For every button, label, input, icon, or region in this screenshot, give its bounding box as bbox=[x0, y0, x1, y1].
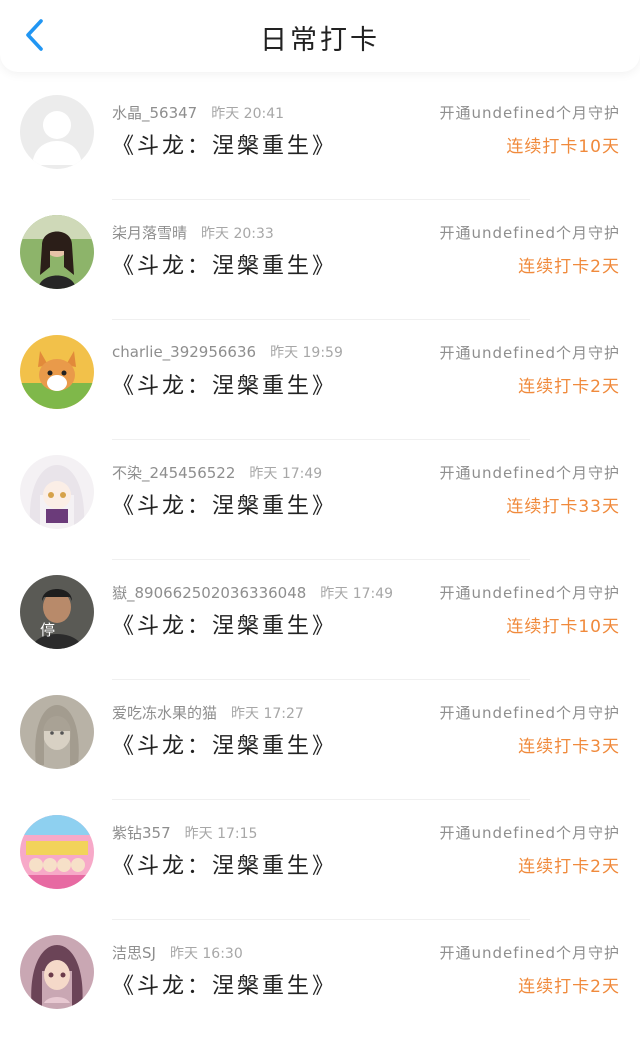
colorful-group-avatar[interactable] bbox=[20, 815, 94, 889]
photo-girl-avatar[interactable] bbox=[20, 215, 94, 289]
book-title[interactable]: 《斗龙：涅槃重生》 bbox=[112, 368, 337, 400]
streak-text: 连续打卡2天 bbox=[518, 257, 620, 277]
book-title[interactable]: 《斗龙：涅槃重生》 bbox=[112, 128, 337, 160]
streak-text: 连续打卡2天 bbox=[518, 377, 620, 397]
checkin-time: 昨天 20:33 bbox=[201, 226, 274, 242]
checkin-time: 昨天 17:15 bbox=[184, 826, 258, 842]
header-bar: 日常打卡 bbox=[0, 0, 640, 72]
checkin-time: 昨天 20:41 bbox=[211, 106, 285, 122]
guard-text: 开通undefined个月守护 bbox=[439, 704, 620, 722]
checkin-time: 昨天 16:30 bbox=[169, 946, 243, 962]
anime-girl-avatar[interactable] bbox=[20, 935, 94, 1009]
user-name[interactable]: charlie_392956636 bbox=[112, 343, 256, 361]
corgi-avatar[interactable] bbox=[20, 335, 94, 409]
list-item[interactable]: 停 嶽_890662502036336048 昨天 17:49 《斗龙：涅槃重生》… bbox=[0, 560, 640, 680]
streak-text: 连续打卡33天 bbox=[506, 497, 620, 517]
user-name[interactable]: 洁思SJ bbox=[112, 944, 156, 962]
guard-text: 开通undefined个月守护 bbox=[439, 824, 620, 842]
checkin-time: 昨天 17:27 bbox=[231, 706, 304, 722]
guard-text: 开通undefined个月守护 bbox=[439, 104, 620, 122]
book-title[interactable]: 《斗龙：涅槃重生》 bbox=[112, 248, 337, 280]
list-item[interactable]: 不染_245456522 昨天 17:49 《斗龙：涅槃重生》 开通undefin… bbox=[0, 440, 640, 560]
user-name[interactable]: 水晶_56347 bbox=[112, 104, 197, 122]
guard-text: 开通undefined个月守护 bbox=[439, 464, 620, 482]
streak-text: 连续打卡10天 bbox=[506, 617, 620, 637]
user-name[interactable]: 紫钻357 bbox=[112, 824, 171, 842]
streak-text: 连续打卡10天 bbox=[506, 137, 620, 157]
checkin-list: 水晶_56347 昨天 20:41 《斗龙：涅槃重生》 开通undefined个月… bbox=[0, 80, 640, 1040]
list-item[interactable]: 柒月落雪晴 昨天 20:33 《斗龙：涅槃重生》 开通undefined个月守护 … bbox=[0, 200, 640, 320]
default-avatar[interactable] bbox=[20, 95, 94, 169]
list-item[interactable]: 爱吃冻水果的猫 昨天 17:27 《斗龙：涅槃重生》 开通undefined个月守… bbox=[0, 680, 640, 800]
guard-text: 开通undefined个月守护 bbox=[439, 344, 620, 362]
checkin-time: 昨天 19:59 bbox=[270, 345, 343, 361]
photo-man-avatar[interactable]: 停 bbox=[20, 575, 94, 649]
user-name[interactable]: 柒月落雪晴 bbox=[112, 224, 187, 242]
page-title: 日常打卡 bbox=[260, 25, 380, 56]
streak-text: 连续打卡2天 bbox=[518, 857, 620, 877]
avatar-overlay-text: 停 bbox=[40, 621, 56, 639]
streak-text: 连续打卡3天 bbox=[518, 737, 620, 757]
book-title[interactable]: 《斗龙：涅槃重生》 bbox=[112, 488, 337, 520]
user-name[interactable]: 不染_245456522 bbox=[112, 464, 235, 482]
book-title[interactable]: 《斗龙：涅槃重生》 bbox=[112, 608, 337, 640]
book-title[interactable]: 《斗龙：涅槃重生》 bbox=[112, 968, 337, 1000]
list-item[interactable]: 紫钻357 昨天 17:15 《斗龙：涅槃重生》 开通undefined个月守护 … bbox=[0, 800, 640, 920]
list-item[interactable]: charlie_392956636 昨天 19:59 《斗龙：涅槃重生》 开通un… bbox=[0, 320, 640, 440]
user-name[interactable]: 爱吃冻水果的猫 bbox=[112, 704, 217, 722]
guard-text: 开通undefined个月守护 bbox=[439, 584, 620, 602]
user-name[interactable]: 嶽_890662502036336048 bbox=[112, 584, 306, 602]
checkin-time: 昨天 17:49 bbox=[249, 466, 323, 482]
list-item[interactable]: 水晶_56347 昨天 20:41 《斗龙：涅槃重生》 开通undefined个月… bbox=[0, 80, 640, 200]
book-title[interactable]: 《斗龙：涅槃重生》 bbox=[112, 848, 337, 880]
book-title[interactable]: 《斗龙：涅槃重生》 bbox=[112, 728, 337, 760]
guard-text: 开通undefined个月守护 bbox=[439, 224, 620, 242]
guard-text: 开通undefined个月守护 bbox=[439, 944, 620, 962]
sketch-girl-avatar[interactable] bbox=[20, 695, 94, 769]
anime-white-hair-avatar[interactable] bbox=[20, 455, 94, 529]
list-item[interactable]: 洁思SJ 昨天 16:30 《斗龙：涅槃重生》 开通undefined个月守护 连… bbox=[0, 920, 640, 1040]
checkin-time: 昨天 17:49 bbox=[320, 586, 394, 602]
streak-text: 连续打卡2天 bbox=[518, 977, 620, 997]
